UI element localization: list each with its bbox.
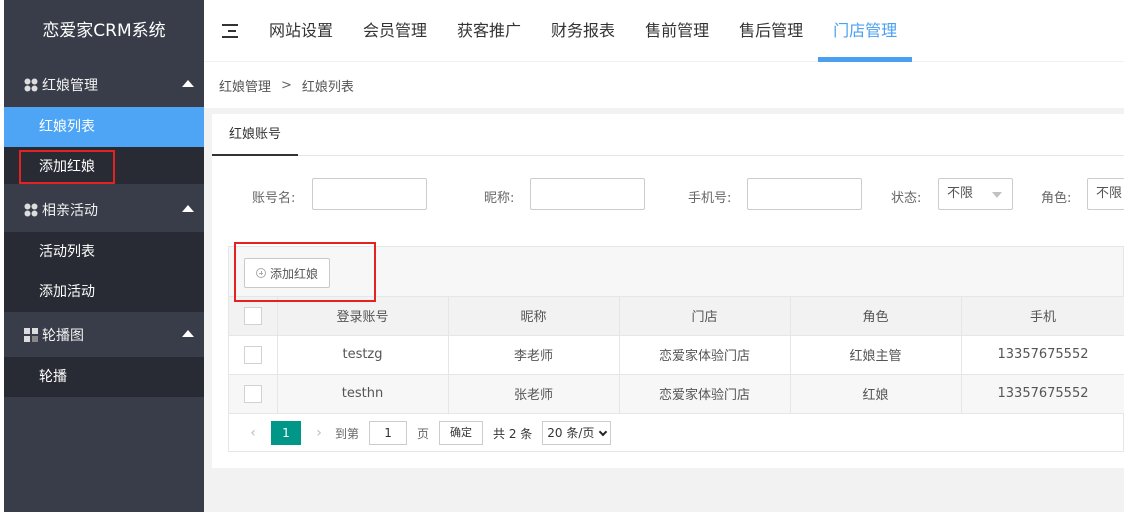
status-label: 状态: bbox=[891, 191, 922, 206]
cell-nickname: 李老师 bbox=[448, 335, 620, 375]
cell-store: 恋爱家体验门店 bbox=[619, 335, 791, 375]
tab-finance[interactable]: 财务报表 bbox=[536, 0, 630, 62]
row-select-cell bbox=[229, 374, 278, 414]
role-select[interactable]: 不限 bbox=[1087, 178, 1124, 210]
sidebar-submenu: 轮播 bbox=[4, 357, 204, 397]
tab-site-settings[interactable]: 网站设置 bbox=[254, 0, 348, 62]
sidebar: 恋爱家CRM系统 红娘管理 红娘列表 添加红娘 相亲活动 活动列表 添加活动 轮… bbox=[4, 0, 204, 512]
sidebar-group-carousel[interactable]: 轮播图 bbox=[4, 312, 204, 357]
column-header[interactable]: 登录账号 bbox=[277, 297, 449, 336]
tab-stores[interactable]: 门店管理 bbox=[818, 0, 913, 62]
page-size-value: 20 条/页 bbox=[547, 426, 595, 440]
nickname-input[interactable] bbox=[530, 178, 645, 210]
app: 恋爱家CRM系统 红娘管理 红娘列表 添加红娘 相亲活动 活动列表 添加活动 轮… bbox=[0, 0, 1124, 512]
app-title: 恋爱家CRM系统 bbox=[4, 0, 204, 62]
status-value: 不限 bbox=[947, 186, 974, 201]
row-checkbox[interactable] bbox=[243, 384, 262, 403]
tab-matchmaker-accounts[interactable]: 红娘账号 bbox=[212, 114, 298, 156]
total-count: 共 2 条 bbox=[493, 426, 533, 441]
breadcrumb-parent[interactable]: 红娘管理 bbox=[219, 76, 271, 95]
matchmaker-table: 登录账号 昵称 门店 角色 手机 testzg 李老师 恋爱家体验门店 红娘主管… bbox=[229, 297, 1124, 414]
current-page[interactable]: 1 bbox=[271, 421, 301, 445]
table-row[interactable]: testzg 李老师 恋爱家体验门店 红娘主管 13357675552 bbox=[229, 335, 1124, 375]
next-page-icon[interactable]: › bbox=[309, 425, 329, 441]
tab-aftersales[interactable]: 售后管理 bbox=[724, 0, 818, 62]
tab-acquisition[interactable]: 获客推广 bbox=[442, 0, 536, 62]
grid-icon bbox=[24, 78, 38, 91]
status-select[interactable]: 不限 bbox=[938, 178, 1013, 210]
account-input[interactable] bbox=[312, 178, 427, 210]
pagination: ‹ 1 › 到第 1 页 确定 共 2 条 20 条/页 bbox=[229, 419, 1124, 447]
goto-label: 到第 bbox=[335, 426, 360, 441]
account-label: 账号名: bbox=[252, 191, 296, 206]
breadcrumb: 红娘管理 > 红娘列表 bbox=[204, 62, 1124, 108]
filter-bar: 账号名: 昵称: 手机号: 状态: 不限 角色: 不限 bbox=[212, 178, 1124, 212]
nickname-label: 昵称: bbox=[484, 191, 515, 206]
page-unit-label: 页 bbox=[417, 426, 430, 441]
cell-store: 恋爱家体验门店 bbox=[619, 374, 791, 414]
cell-account: testzg bbox=[277, 335, 449, 375]
gallery-icon bbox=[24, 327, 38, 342]
prev-page-icon[interactable]: ‹ bbox=[243, 425, 263, 441]
column-header[interactable]: 手机 bbox=[961, 297, 1124, 336]
cell-nickname: 张老师 bbox=[448, 374, 620, 414]
column-header[interactable]: 昵称 bbox=[448, 297, 620, 336]
sidebar-item-add-matchmaker[interactable]: 添加红娘 bbox=[19, 150, 115, 184]
caret-up-icon bbox=[182, 205, 194, 212]
caret-down-icon bbox=[992, 192, 1002, 198]
top-nav: 网站设置 会员管理 获客推广 财务报表 售前管理 售后管理 门店管理 bbox=[254, 0, 913, 62]
table-header-row: 登录账号 昵称 门店 角色 手机 bbox=[229, 297, 1124, 336]
tab-members[interactable]: 会员管理 bbox=[348, 0, 442, 62]
sidebar-item-add-activity[interactable]: 添加活动 bbox=[4, 272, 204, 312]
role-label: 角色: bbox=[1041, 191, 1072, 206]
column-header[interactable]: 角色 bbox=[790, 297, 962, 336]
cell-account: testhn bbox=[277, 374, 449, 414]
phone-label: 手机号: bbox=[688, 191, 732, 206]
sidebar-item-activity-list[interactable]: 活动列表 bbox=[4, 232, 204, 272]
breadcrumb-separator: > bbox=[281, 77, 292, 93]
sidebar-item-carousel[interactable]: 轮播 bbox=[4, 357, 204, 397]
role-value: 不限 bbox=[1096, 186, 1123, 201]
breadcrumb-current: 红娘列表 bbox=[301, 79, 354, 95]
highlight-box bbox=[234, 242, 376, 302]
top-header: 网站设置 会员管理 获客推广 财务报表 售前管理 售后管理 门店管理 bbox=[204, 0, 1124, 62]
sidebar-item-matchmaker-list[interactable]: 红娘列表 bbox=[4, 107, 204, 147]
sidebar-submenu: 红娘列表 添加红娘 bbox=[4, 107, 204, 184]
select-all-cell bbox=[229, 297, 278, 336]
sidebar-submenu: 活动列表 添加活动 bbox=[4, 232, 204, 312]
table-row[interactable]: testhn 张老师 恋爱家体验门店 红娘 13357675552 bbox=[229, 374, 1124, 414]
column-header[interactable]: 门店 bbox=[619, 297, 791, 336]
sidebar-group-activities[interactable]: 相亲活动 bbox=[4, 187, 204, 232]
cell-phone: 13357675552 bbox=[961, 374, 1124, 414]
sidebar-group-label: 红娘管理 bbox=[42, 77, 98, 94]
goto-page-input[interactable]: 1 bbox=[369, 421, 408, 445]
caret-up-icon bbox=[182, 330, 194, 337]
chevron-down-icon bbox=[599, 427, 608, 436]
select-all-checkbox[interactable] bbox=[243, 306, 262, 325]
tab-bar: 红娘账号 bbox=[212, 114, 1124, 156]
sidebar-group-label: 轮播图 bbox=[42, 327, 84, 344]
row-checkbox[interactable] bbox=[243, 345, 262, 364]
cell-role: 红娘 bbox=[790, 374, 962, 414]
cell-role: 红娘主管 bbox=[790, 335, 962, 375]
sidebar-group-label: 相亲活动 bbox=[42, 202, 98, 219]
cell-phone: 13357675552 bbox=[961, 335, 1124, 375]
caret-up-icon bbox=[182, 80, 194, 87]
page-size-select[interactable]: 20 条/页 bbox=[542, 421, 612, 445]
menu-toggle-icon[interactable] bbox=[220, 21, 240, 41]
tab-presales[interactable]: 售前管理 bbox=[630, 0, 724, 62]
phone-input[interactable] bbox=[747, 178, 862, 210]
row-select-cell bbox=[229, 335, 278, 375]
goto-confirm-button[interactable]: 确定 bbox=[439, 421, 484, 445]
sidebar-group-matchmaker[interactable]: 红娘管理 bbox=[4, 62, 204, 107]
grid-icon bbox=[24, 203, 38, 216]
